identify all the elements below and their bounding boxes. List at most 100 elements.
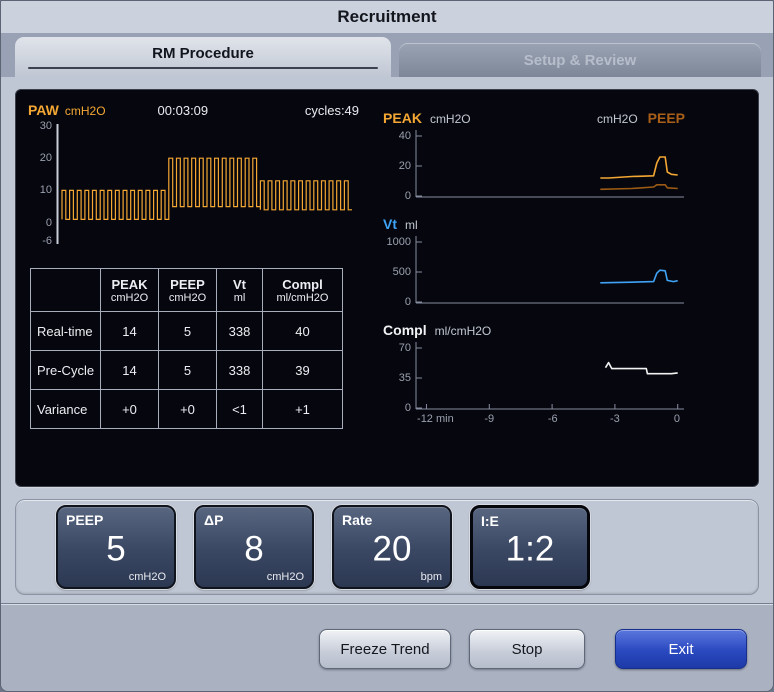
trend-peak-header: PEAK cmH2O cmH2O PEEP xyxy=(383,110,687,126)
trend-peak-chart xyxy=(415,130,685,198)
freeze-trend-button[interactable]: Freeze Trend xyxy=(319,629,451,669)
trend-vt-y-labels: 1000 500 0 xyxy=(381,236,415,304)
stop-button[interactable]: Stop xyxy=(469,629,585,669)
trend-x-axis-labels: -12 min -9 -6 -3 0 xyxy=(415,413,685,427)
table-row-realtime: Real-time 14 5 338 40 xyxy=(31,312,343,351)
trend-compl-chart xyxy=(415,342,685,410)
table-value: 14 xyxy=(101,312,159,351)
trend-compl-label: Compl xyxy=(383,322,427,338)
trend-vt-unit: ml xyxy=(405,218,418,232)
table-corner-cell xyxy=(31,269,101,312)
param-ie-button[interactable]: I:E 1:2 xyxy=(470,505,590,589)
xtick: 0 xyxy=(674,413,680,425)
param-delta-p-button[interactable]: ΔP 8 cmH2O xyxy=(194,505,314,589)
monitor-display: PAW cmH2O 00:03:09 cycles:49 30 20 10 0 … xyxy=(15,89,759,487)
results-table: PEAK cmH2O PEEP cmH2O Vt ml Compl xyxy=(30,268,343,429)
table-value: +1 xyxy=(263,390,343,429)
ytick: 1000 xyxy=(387,236,411,248)
trend-compl-header: Compl ml/cmH2O xyxy=(383,322,687,338)
table-value: +0 xyxy=(159,390,217,429)
param-value: 1:2 xyxy=(506,529,555,569)
paw-y-axis-labels: 30 20 10 0 -6 xyxy=(28,124,56,244)
trend-compl-unit: ml/cmH2O xyxy=(435,324,492,338)
param-peep-button[interactable]: PEEP 5 cmH2O xyxy=(56,505,176,589)
paw-ytick: 10 xyxy=(40,184,52,196)
table-value: <1 xyxy=(217,390,263,429)
table-row-variance: Variance +0 +0 <1 +1 xyxy=(31,390,343,429)
param-value: 20 xyxy=(373,529,412,569)
ytick: 0 xyxy=(405,190,411,202)
trend-vt-plot: 1000 500 0 xyxy=(381,236,746,304)
param-unit: cmH2O xyxy=(267,571,304,583)
table-value: 39 xyxy=(263,351,343,390)
elapsed-time: 00:03:09 xyxy=(158,103,209,118)
trend-vt-header: Vt ml xyxy=(383,216,687,232)
table-value: 5 xyxy=(159,351,217,390)
trend-peak-plot: 40 20 0 xyxy=(381,130,746,198)
param-value: 8 xyxy=(244,529,263,569)
recruitment-screen: Recruitment RM Procedure Setup & Review … xyxy=(0,0,774,692)
paw-section: PAW cmH2O 00:03:09 cycles:49 30 20 10 0 … xyxy=(28,100,367,476)
table-row-precycle: Pre-Cycle 14 5 338 39 xyxy=(31,351,343,390)
trend-vt-label: Vt xyxy=(383,216,397,232)
ytick: 70 xyxy=(399,342,411,354)
trend-compl-y-labels: 70 35 0 xyxy=(381,342,415,410)
trend-peep-label: PEEP xyxy=(648,110,685,126)
table-header-row: PEAK cmH2O PEEP cmH2O Vt ml Compl xyxy=(31,269,343,312)
param-unit: bpm xyxy=(421,571,442,583)
trend-peak-y-labels: 40 20 0 xyxy=(381,130,415,198)
trend-peak-label: PEAK xyxy=(383,110,422,126)
xtick: -9 xyxy=(484,413,494,425)
param-panel: PEEP 5 cmH2O ΔP 8 cmH2O Rate 20 bpm I:E … xyxy=(15,499,759,595)
paw-chart: 30 20 10 0 -6 xyxy=(28,124,367,244)
param-rate-button[interactable]: Rate 20 bpm xyxy=(332,505,452,589)
table-value: +0 xyxy=(101,390,159,429)
tab-rm-procedure[interactable]: RM Procedure xyxy=(15,37,391,77)
paw-ytick: 0 xyxy=(46,217,52,229)
table-value: 40 xyxy=(263,312,343,351)
xtick: -12 min xyxy=(417,413,454,425)
paw-ytick: 30 xyxy=(40,120,52,132)
ytick: 0 xyxy=(405,296,411,308)
table-value: 5 xyxy=(159,312,217,351)
param-label: Rate xyxy=(342,512,372,528)
ytick: 35 xyxy=(399,372,411,384)
tab-setup-review-label: Setup & Review xyxy=(524,52,637,69)
row-label: Variance xyxy=(31,390,101,429)
param-label: PEEP xyxy=(66,512,103,528)
trends-section: PEAK cmH2O cmH2O PEEP 40 20 0 xyxy=(381,100,746,476)
ytick: 500 xyxy=(393,266,411,278)
cycles-count: cycles:49 xyxy=(305,103,359,118)
table-value: 14 xyxy=(101,351,159,390)
xtick: -3 xyxy=(610,413,620,425)
paw-label: PAW xyxy=(28,102,59,118)
trend-compl-plot: 70 35 0 xyxy=(381,342,746,410)
ytick: 40 xyxy=(399,130,411,142)
table-header-peak: PEAK cmH2O xyxy=(101,269,159,312)
paw-ytick: -6 xyxy=(42,235,52,247)
tab-setup-review[interactable]: Setup & Review xyxy=(399,43,761,77)
ytick: 0 xyxy=(405,402,411,414)
trend-vt-chart xyxy=(415,236,685,304)
table-header-peep: PEEP cmH2O xyxy=(159,269,217,312)
table-header-vt: Vt ml xyxy=(217,269,263,312)
paw-unit: cmH2O xyxy=(65,104,106,118)
tab-rm-procedure-label: RM Procedure xyxy=(152,45,254,62)
table-value: 338 xyxy=(217,312,263,351)
paw-ytick: 20 xyxy=(40,152,52,164)
param-value: 5 xyxy=(106,529,125,569)
paw-header: PAW cmH2O 00:03:09 cycles:49 xyxy=(28,102,367,118)
paw-waveform-svg xyxy=(56,124,356,244)
param-label: I:E xyxy=(481,513,499,529)
bottom-button-bar: Freeze Trend Stop Exit xyxy=(1,605,773,691)
table-value: 338 xyxy=(217,351,263,390)
exit-button[interactable]: Exit xyxy=(615,629,747,669)
active-tab-underline xyxy=(28,67,378,69)
table-header-compl: Compl ml/cmH2O xyxy=(263,269,343,312)
content-panel: PAW cmH2O 00:03:09 cycles:49 30 20 10 0 … xyxy=(1,77,773,603)
ytick: 20 xyxy=(399,160,411,172)
row-label: Real-time xyxy=(31,312,101,351)
row-label: Pre-Cycle xyxy=(31,351,101,390)
xtick: -6 xyxy=(548,413,558,425)
param-unit: cmH2O xyxy=(129,571,166,583)
